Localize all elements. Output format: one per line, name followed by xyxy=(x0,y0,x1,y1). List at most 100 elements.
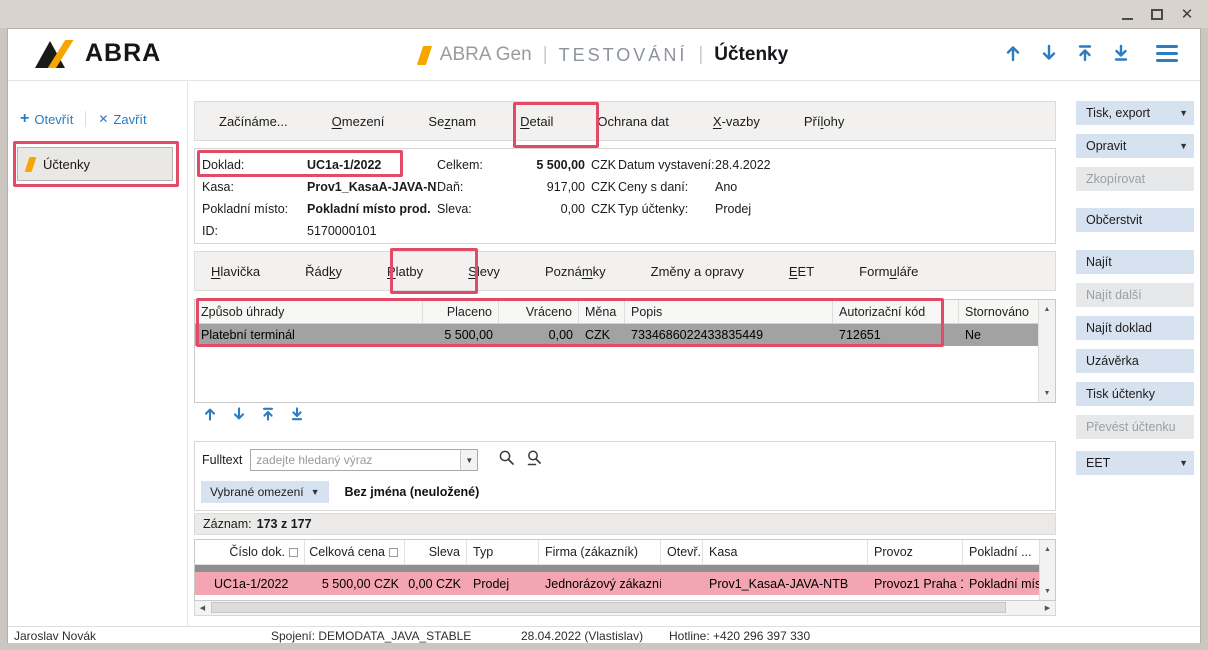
column-header-kasa[interactable]: Kasa xyxy=(703,540,868,564)
scroll-down-icon[interactable]: ▼ xyxy=(1040,583,1055,599)
divider xyxy=(85,111,86,127)
list-vertical-scrollbar[interactable]: ▲ ▼ xyxy=(1039,540,1055,600)
selected-restriction-button[interactable]: Vybrané omezení ▼ xyxy=(201,481,329,503)
separator: | xyxy=(698,44,703,66)
search-panel: Fulltext ▼ Vybrané omezení ▼ Bez jména (… xyxy=(194,441,1056,511)
cell-kasa: Prov1_KasaA-JAVA-NTB xyxy=(703,572,868,595)
last-record-button[interactable] xyxy=(1111,43,1131,63)
tisk-uctenky-button[interactable]: Tisk účtenky xyxy=(1076,382,1194,406)
subtab-hlavicka[interactable]: Hlavička xyxy=(211,264,260,279)
tab-prilohy[interactable]: Přílohy xyxy=(804,114,844,129)
column-header-stornovano[interactable]: Stornováno xyxy=(959,300,1039,323)
filter-box-icon[interactable] xyxy=(289,548,298,557)
column-header-zpusob-uhrady[interactable]: Způsob úhrady xyxy=(195,300,423,323)
scroll-left-icon[interactable]: ◀ xyxy=(195,601,210,615)
fulltext-dropdown-button[interactable]: ▼ xyxy=(460,450,477,470)
column-header-sleva[interactable]: Sleva xyxy=(405,540,467,564)
najit-doklad-button[interactable]: Najít doklad xyxy=(1076,316,1194,340)
scrollbar-thumb[interactable] xyxy=(211,602,1006,613)
column-header-vraceno[interactable]: Vráceno xyxy=(499,300,579,323)
scroll-up-icon[interactable]: ▲ xyxy=(1040,541,1055,557)
filter-box-icon[interactable] xyxy=(389,548,398,557)
close-agenda-button[interactable]: ✕ Zavřít xyxy=(98,112,146,127)
sidebar-item-uctenky[interactable]: Účtenky xyxy=(17,147,173,181)
tisk-export-button[interactable]: Tisk, export▼ xyxy=(1076,101,1194,125)
uzaverka-button[interactable]: Uzávěrka xyxy=(1076,349,1194,373)
tab-x-vazby[interactable]: X-vazby xyxy=(713,114,760,129)
najit-button[interactable]: Najít xyxy=(1076,250,1194,274)
dan-value: 917,00 xyxy=(508,180,585,194)
maximize-button[interactable] xyxy=(1146,3,1168,25)
celkem-value: 5 500,00 xyxy=(508,158,585,172)
payment-next-button[interactable] xyxy=(231,406,247,427)
obcerstvit-button[interactable]: Občerstvit xyxy=(1076,208,1194,232)
subtab-poznamky[interactable]: Poznámky xyxy=(545,264,606,279)
opravit-button[interactable]: Opravit▼ xyxy=(1076,134,1194,158)
scroll-down-icon[interactable]: ▼ xyxy=(1039,385,1055,401)
fulltext-input[interactable] xyxy=(251,453,460,467)
payment-first-button[interactable] xyxy=(260,406,276,427)
scroll-right-icon[interactable]: ▶ xyxy=(1040,601,1055,615)
search-button[interactable] xyxy=(498,449,515,471)
subtab-zmeny-a-opravy[interactable]: Změny a opravy xyxy=(651,264,744,279)
payment-row-selected[interactable]: Platební terminál 5 500,00 0,00 CZK 7334… xyxy=(195,324,1039,346)
payments-vertical-scrollbar[interactable]: ▲ ▼ xyxy=(1038,300,1055,402)
next-record-button[interactable] xyxy=(1039,43,1059,63)
list-horizontal-scrollbar[interactable]: ◀ ▶ xyxy=(194,601,1056,616)
column-header-pokladni[interactable]: Pokladní ... xyxy=(963,540,1040,564)
prev-record-button[interactable] xyxy=(1003,43,1023,63)
chevron-down-icon: ▼ xyxy=(1179,108,1188,118)
tab-zaciname[interactable]: Začínáme... xyxy=(219,114,288,129)
column-header-autorizacni-kod[interactable]: Autorizační kód xyxy=(833,300,959,323)
subtab-formulare[interactable]: Formuláře xyxy=(859,264,918,279)
abra-slash-icon xyxy=(417,46,432,65)
open-agenda-button[interactable]: + Otevřít xyxy=(20,111,73,127)
column-header-placeno[interactable]: Placeno xyxy=(423,300,499,323)
open-label: Otevřít xyxy=(34,112,73,127)
column-header-celkova-cena[interactable]: Celková cena xyxy=(305,540,405,564)
cell-mena: CZK xyxy=(579,324,625,346)
cell-stornovano: Ne xyxy=(959,324,1039,346)
subtab-eet[interactable]: EET xyxy=(789,264,814,279)
tab-omezeni[interactable]: Omezení xyxy=(332,114,385,129)
hamburger-menu-button[interactable] xyxy=(1156,45,1178,62)
close-button[interactable]: ✕ xyxy=(1176,3,1198,25)
typ-uctenky-label: Typ účtenky: xyxy=(618,202,715,216)
tab-ochrana-dat[interactable]: Ochrana dat xyxy=(597,114,669,129)
record-counter-label: Záznam: xyxy=(203,517,252,531)
cell-celkova-cena: 5 500,00 CZK xyxy=(305,572,405,595)
arrow-down-icon xyxy=(231,406,247,422)
search-advanced-button[interactable] xyxy=(526,449,543,471)
currency-unit: CZK xyxy=(585,158,618,172)
column-header-cislo-dok[interactable]: Číslo dok. xyxy=(195,540,305,564)
subtab-slevy[interactable]: Slevy xyxy=(468,264,500,279)
titlebar: ✕ xyxy=(0,0,1208,28)
subtab-radky[interactable]: Řádky xyxy=(305,264,342,279)
column-header-typ[interactable]: Typ xyxy=(467,540,539,564)
first-record-button[interactable] xyxy=(1075,43,1095,63)
list-row-selected[interactable]: UC1a-1/2022 5 500,00 CZK 0,00 CZK Prodej… xyxy=(195,572,1040,595)
kasa-label: Kasa: xyxy=(202,180,307,194)
scroll-up-icon[interactable]: ▲ xyxy=(1039,301,1055,317)
payment-last-button[interactable] xyxy=(289,406,305,427)
tab-seznam[interactable]: Seznam xyxy=(428,114,476,129)
ceny-s-dani-value: Ano xyxy=(715,180,1055,194)
subtab-platby[interactable]: Platby xyxy=(387,264,423,279)
minimize-button[interactable] xyxy=(1116,3,1138,25)
doklad-value: UC1a-1/2022 xyxy=(307,158,437,172)
column-header-otevr[interactable]: Otevř. xyxy=(661,540,703,564)
payments-table: Způsob úhrady Placeno Vráceno Měna Popis… xyxy=(194,299,1056,403)
column-header-popis[interactable]: Popis xyxy=(625,300,833,323)
column-header-firma[interactable]: Firma (zákazník) xyxy=(539,540,661,564)
column-header-provoz[interactable]: Provoz xyxy=(868,540,963,564)
cell-popis: 7334686022433835449 xyxy=(625,324,833,346)
close-label: Zavřít xyxy=(113,112,146,127)
column-header-mena[interactable]: Měna xyxy=(579,300,625,323)
main-tab-bar: Začínáme... Omezení Seznam Detail Ochran… xyxy=(194,101,1056,141)
close-icon: ✕ xyxy=(1181,7,1194,22)
payment-prev-button[interactable] xyxy=(202,406,218,427)
eet-button[interactable]: EET▼ xyxy=(1076,451,1194,475)
tab-detail[interactable]: Detail xyxy=(520,114,553,129)
status-bar: Jaroslav Novák Spojení: DEMODATA_JAVA_ST… xyxy=(8,626,1200,643)
dan-label: Daň: xyxy=(437,180,508,194)
